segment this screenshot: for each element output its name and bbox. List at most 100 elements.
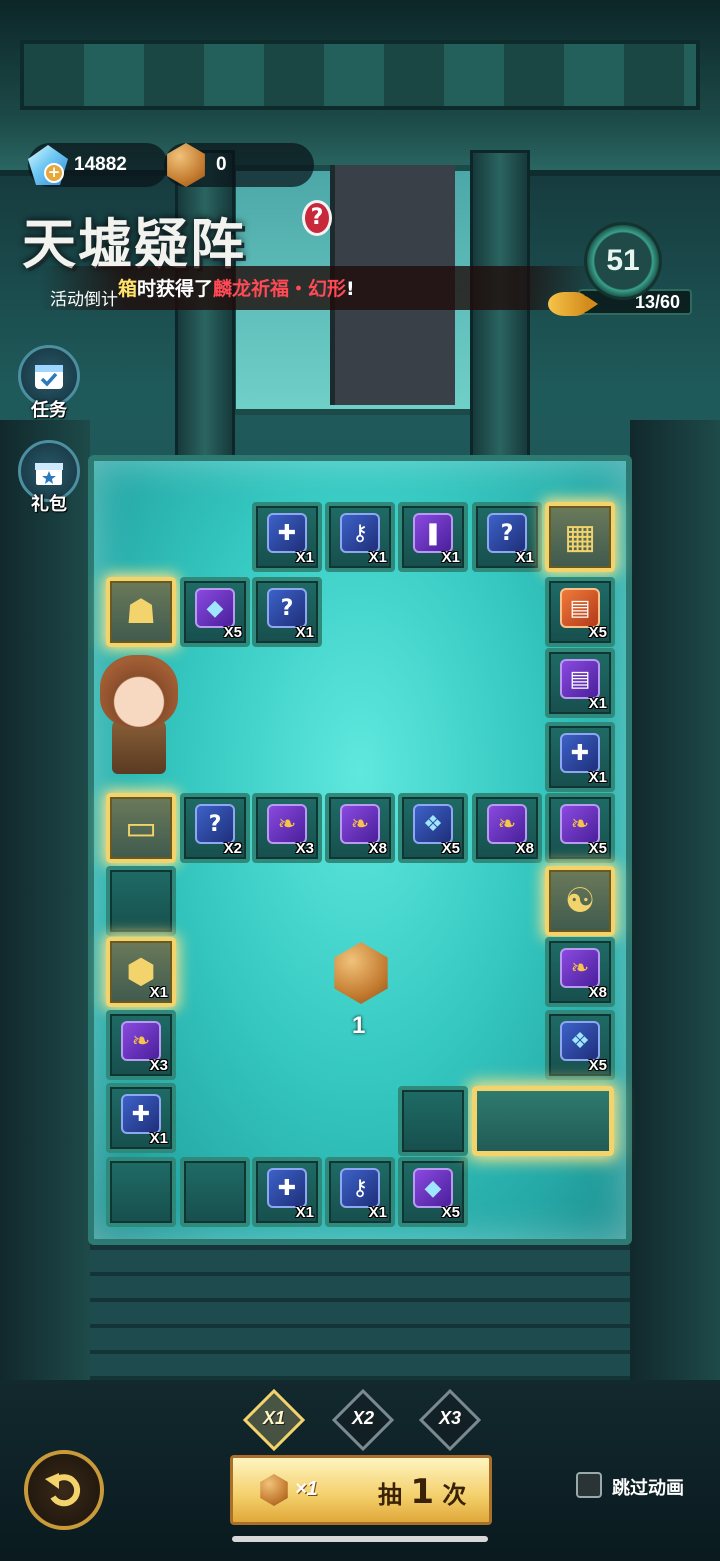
- blue-crystal-icon: ❖: [413, 804, 453, 845]
- notice-part: 时获得了: [137, 278, 214, 300]
- golden-fish-icon: ❧: [560, 948, 600, 989]
- board-tile: ❧ X3: [106, 1010, 176, 1080]
- board-tile: ☯: [545, 866, 615, 936]
- board-tile: ✚ X1: [252, 1157, 322, 1227]
- golden-fish-icon: ❧: [267, 804, 307, 845]
- diamond-icon: ◆: [413, 1168, 453, 1209]
- notice-part: 箱: [118, 278, 138, 300]
- board-tile: ? X1: [252, 577, 322, 647]
- beast-mask-icon: ☗: [125, 592, 157, 632]
- multiplier-x2-label: X2: [351, 1408, 375, 1428]
- board-tile: ❧ X8: [472, 793, 542, 863]
- board-tile: ✚ X1: [106, 1083, 176, 1153]
- tile-count: X8: [515, 840, 534, 857]
- gem-count: 14882: [74, 154, 127, 175]
- board-tile: ❧ X8: [545, 937, 615, 1007]
- notice-part: !: [346, 278, 355, 300]
- mystery-card-icon: ?: [195, 804, 235, 845]
- notice-reward: 麟龙祈福・幻形: [213, 278, 347, 300]
- tile-count: X5: [441, 840, 460, 857]
- right-wall: [630, 420, 720, 1380]
- board-tile: ❧ X3: [252, 793, 322, 863]
- board-tile: ⚷ X1: [325, 502, 395, 572]
- special-slot-tile: [472, 1086, 614, 1156]
- dice-counter: 0: [164, 143, 314, 187]
- tile-count: X8: [368, 840, 387, 857]
- dice-count: 0: [216, 154, 227, 175]
- multiplier-x1-label: X1: [262, 1408, 286, 1428]
- player-character: [100, 655, 178, 727]
- help-button[interactable]: ?: [302, 200, 332, 236]
- golden-fish-icon: ❧: [560, 804, 600, 845]
- tile-count: X1: [295, 1204, 314, 1221]
- board-tile: ❧ X5: [545, 793, 615, 863]
- key-icon: ⚷: [340, 1168, 380, 1209]
- syringe-icon: ✚: [560, 733, 600, 774]
- dice-roll-value: 1: [352, 1012, 366, 1039]
- board-tile: ⚷ X1: [325, 1157, 395, 1227]
- board-tile: ? X2: [180, 793, 250, 863]
- board-tile: ☗: [106, 577, 176, 647]
- multiplier-x3-label: X3: [438, 1408, 462, 1428]
- add-gems-button[interactable]: +: [44, 163, 64, 183]
- board-tile: ❧ X8: [325, 793, 395, 863]
- board-tile: ◆ X5: [398, 1157, 468, 1227]
- jade-cube-icon: ▦: [563, 517, 597, 557]
- task-label: 任务: [31, 400, 67, 421]
- board-tile: [106, 1157, 176, 1227]
- task-calendar-icon: [35, 365, 63, 389]
- tile-count: X3: [295, 840, 314, 857]
- board-tile: ❖X5: [545, 1010, 615, 1080]
- board-tile: ? X1: [472, 502, 542, 572]
- tile-count: X3: [149, 1057, 168, 1074]
- syringe-icon: ✚: [121, 1094, 161, 1135]
- tile-count: X1: [515, 549, 534, 566]
- notice-text: 箱时获得了麟龙祈福・幻形!: [118, 274, 355, 301]
- skip-animation-label[interactable]: 跳过动画: [612, 1474, 684, 1500]
- syringe-icon: ✚: [267, 1168, 307, 1209]
- draw-times: 1: [410, 1472, 435, 1512]
- diamond-icon: ◆: [195, 588, 235, 629]
- board-tile: [106, 866, 176, 936]
- orange-book-icon: ▤: [560, 588, 600, 629]
- board-tile: ⬢ X1: [106, 937, 176, 1007]
- key-icon: ⚷: [340, 513, 380, 554]
- board-tile: [180, 1157, 250, 1227]
- board-tile: ◆ X5: [180, 577, 250, 647]
- dice-icon: [167, 143, 205, 187]
- tile-count: X5: [441, 1204, 460, 1221]
- potion-icon: ❚: [413, 513, 453, 554]
- board-tile: ✚ X1: [252, 502, 322, 572]
- mystery-card-icon: ?: [267, 588, 307, 629]
- tile-count: X1: [588, 769, 607, 786]
- syringe-icon: ✚: [267, 513, 307, 554]
- tile-count: X1: [588, 695, 607, 712]
- board-tile: ▦: [545, 502, 615, 572]
- tile-count: X5: [588, 840, 607, 857]
- draw-label-post: 次: [442, 1481, 467, 1509]
- tile-count: X1: [368, 549, 387, 566]
- board-tile: ✚ X1: [545, 722, 615, 792]
- golden-fish-icon: ❧: [340, 804, 380, 845]
- purple-book-icon: ▤: [560, 659, 600, 700]
- board-tile: ▤ X1: [545, 648, 615, 718]
- left-wall: [0, 420, 90, 1380]
- tile-count: X8: [588, 984, 607, 1001]
- countdown-label: 活动倒计: [50, 290, 118, 310]
- golden-fish-icon: [548, 292, 598, 316]
- tile-count: X5: [588, 624, 607, 641]
- roof-ornament: [20, 40, 700, 110]
- back-button[interactable]: [24, 1450, 104, 1530]
- empty-tile: [398, 1086, 468, 1156]
- golden-fish-icon: ❧: [121, 1021, 161, 1062]
- tile-count: X5: [223, 624, 242, 641]
- tile-count: X1: [295, 624, 314, 641]
- stairs: [90, 1250, 630, 1380]
- undo-arrow-icon: [45, 1473, 81, 1507]
- board-tile: ▭: [106, 793, 176, 863]
- level-ring[interactable]: 51: [584, 222, 662, 300]
- skip-animation-checkbox[interactable]: [576, 1472, 602, 1498]
- mystery-card-icon: ?: [487, 513, 527, 554]
- tile-count: X1: [368, 1204, 387, 1221]
- tile-count: X1: [441, 549, 460, 566]
